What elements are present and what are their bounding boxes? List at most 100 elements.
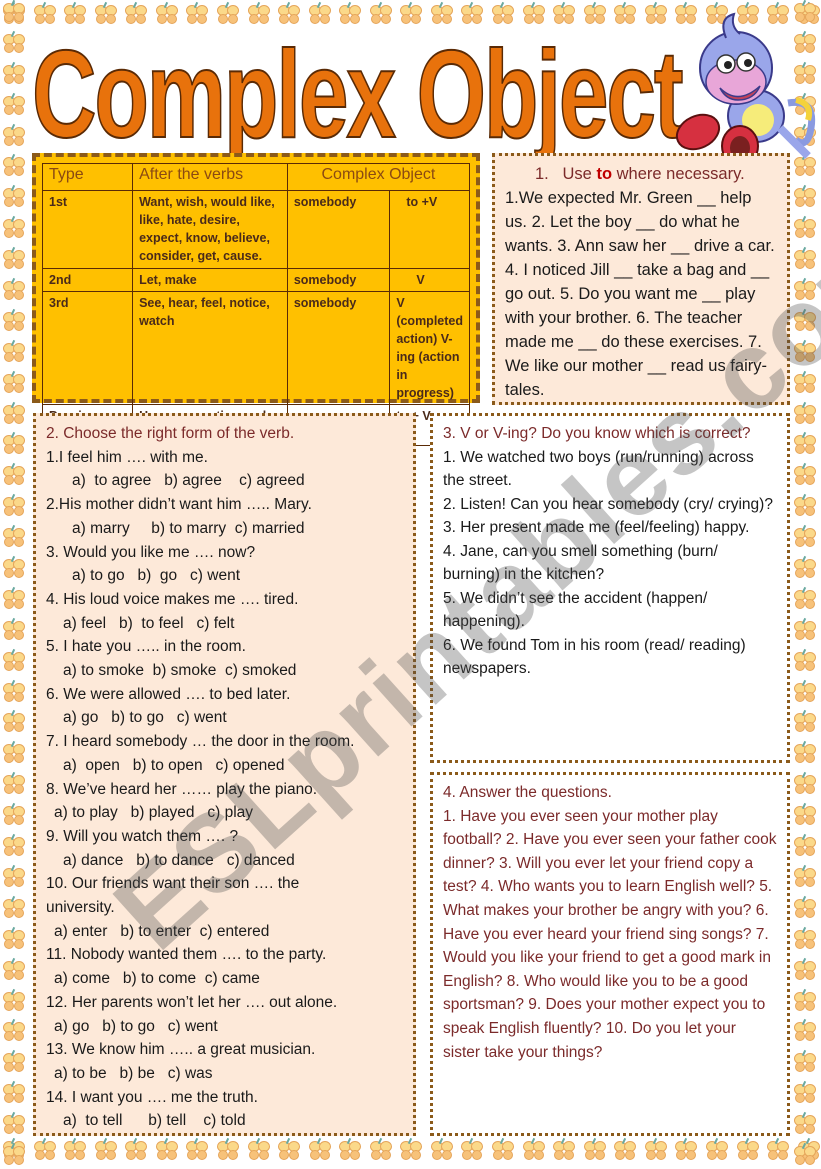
butterfly-icon	[791, 277, 817, 304]
exercise-2-heading: 2. Choose the right form of the verb.	[46, 425, 295, 442]
butterfly-icon	[672, 1137, 698, 1164]
header-after-verbs: After the verbs	[132, 163, 288, 191]
butterfly-icon	[0, 524, 26, 551]
question-item: 4. His loud voice makes me …. tired.	[46, 590, 299, 608]
butterfly-icon	[0, 216, 26, 242]
exercise-2-list: 1.I feel him …. with me. a) to agree b) a…	[46, 446, 403, 1133]
butterfly-icon	[0, 123, 26, 150]
exercise-4-text: 1. Have you ever seen your mother play f…	[443, 807, 777, 1061]
butterfly-icon	[0, 988, 26, 1015]
exercise-3-heading: 3. V or V-ing? Do you know which is corr…	[443, 425, 751, 442]
butterfly-icon	[336, 1137, 362, 1164]
butterfly-icon	[791, 524, 817, 551]
butterfly-icon	[734, 1137, 760, 1164]
question-item: 5. I hate you ….. in the room.	[46, 638, 246, 656]
butterfly-icon	[0, 926, 26, 953]
question-item: 8. We’ve heard her …… play the piano.	[46, 780, 318, 798]
butterfly-icon	[0, 308, 26, 335]
answer-options: a) to go b) go c) went	[72, 567, 240, 585]
answer-options: a) to be b) be c) was	[54, 1064, 213, 1082]
butterfly-icon	[0, 648, 26, 675]
butterfly-icon	[0, 617, 26, 644]
butterfly-icon	[0, 772, 26, 798]
exercise-3-box: 3. V or V-ing? Do you know which is corr…	[430, 413, 790, 763]
butterfly-icon	[0, 864, 26, 891]
butterfly-icon	[0, 277, 26, 304]
butterfly-icon	[0, 432, 26, 458]
butterfly-icon	[0, 555, 26, 582]
butterfly-icon	[791, 833, 817, 860]
answer-options: a) to smoke b) smoke c) smoked	[63, 662, 297, 680]
butterfly-icon	[0, 1081, 26, 1107]
butterfly-icon	[489, 1137, 515, 1164]
cell-form: to +V	[389, 190, 470, 269]
answer-options: a) dance b) to dance c) danced	[63, 851, 295, 869]
answer-options: a) go b) to go c) went	[63, 709, 227, 727]
butterfly-icon	[642, 1137, 668, 1164]
butterfly-icon	[791, 988, 817, 1015]
butterfly-icon	[275, 1, 301, 28]
cell-verbs: Let, make	[132, 268, 288, 292]
butterfly-icon	[0, 1019, 26, 1045]
butterfly-icon	[0, 833, 26, 860]
butterfly-icon	[791, 741, 817, 767]
butterfly-icon	[791, 216, 817, 242]
butterfly-icon	[791, 1111, 817, 1138]
answer-options: a) to play b) played c) play	[54, 804, 254, 822]
butterfly-icon	[791, 339, 817, 366]
butterfly-icon	[367, 1137, 393, 1164]
table-row: 2nd Let, make somebody V	[41, 268, 470, 292]
butterfly-icon	[397, 1137, 423, 1164]
butterfly-icon	[31, 1, 57, 28]
header-complex-object: Complex Object	[286, 163, 471, 191]
butterfly-icon	[122, 1, 148, 28]
answer-options: a) come b) to come c) came	[54, 970, 260, 988]
cell-type: 3rd	[41, 291, 134, 405]
butterfly-icon	[550, 1137, 576, 1164]
butterfly-icon	[0, 0, 26, 26]
butterfly-icon	[0, 370, 26, 397]
question-item: 1.I feel him …. with me.	[46, 448, 208, 466]
butterfly-icon	[791, 401, 817, 428]
butterfly-icon	[791, 246, 817, 273]
butterfly-icon	[245, 1137, 271, 1164]
butterfly-icon	[0, 401, 26, 428]
question-item: 2. Listen! Can you hear somebody (cry/ c…	[443, 495, 773, 513]
butterfly-icon	[0, 1050, 26, 1076]
table-row: 3rd See, hear, feel, notice, watch someb…	[41, 291, 470, 405]
butterfly-icon	[61, 1, 87, 28]
butterfly-border-right	[791, 0, 821, 1169]
butterfly-icon	[791, 679, 817, 706]
question-item: 4. Jane, can you smell something (burn/ …	[443, 542, 718, 584]
butterfly-icon	[791, 586, 817, 613]
butterfly-icon	[520, 1137, 546, 1164]
butterfly-icon	[0, 586, 26, 613]
butterfly-icon	[791, 1142, 817, 1169]
heading-suffix: where necessary.	[612, 165, 745, 183]
cell-verbs: Want, wish, would like, like, hate, desi…	[132, 190, 288, 269]
butterfly-icon	[153, 1, 179, 28]
question-item: 6. We found Tom in his room (read/ readi…	[443, 636, 746, 678]
cell-object: somebody	[286, 268, 391, 292]
butterfly-icon	[214, 1, 240, 28]
butterfly-icon	[31, 1137, 57, 1164]
butterfly-icon	[791, 895, 817, 922]
butterfly-icon	[458, 1137, 484, 1164]
butterfly-icon	[791, 926, 817, 953]
butterfly-icon	[0, 92, 26, 119]
butterfly-icon	[791, 463, 817, 489]
butterfly-icon	[0, 957, 26, 984]
butterfly-icon	[791, 432, 817, 458]
butterfly-icon	[791, 370, 817, 397]
butterfly-icon	[183, 1137, 209, 1164]
butterfly-icon	[581, 1, 607, 28]
page-title: Complex Object	[31, 26, 684, 164]
butterfly-icon	[0, 494, 26, 520]
butterfly-icon	[0, 1142, 26, 1169]
exercise-4-box: 4. Answer the questions. 1. Have you eve…	[430, 772, 790, 1136]
grammar-table-box: Type After the verbs Complex Object 1st …	[32, 153, 480, 446]
butterfly-icon	[0, 246, 26, 273]
question-item: 3. Would you like me …. now?	[46, 543, 256, 561]
question-item: 2.His mother didn’t want him ….. Mary.	[46, 496, 312, 514]
question-item: 10. Our friends want their son …. the	[46, 875, 300, 893]
